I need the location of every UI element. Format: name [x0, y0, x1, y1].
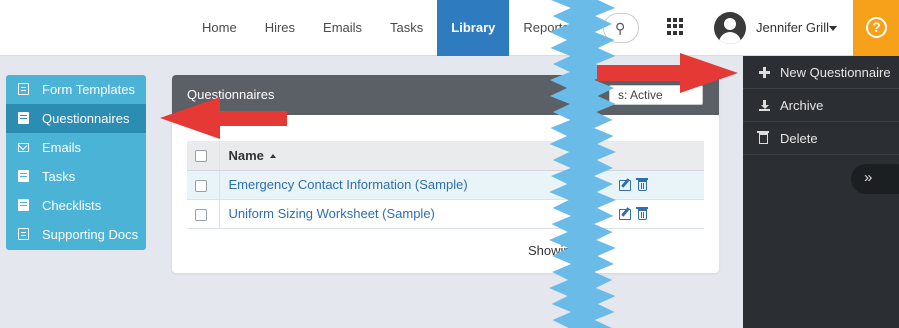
annotation-arrows: [160, 53, 738, 139]
arrow-to-new-questionnaire: [597, 53, 738, 93]
arrow-to-questionnaires: [160, 97, 287, 139]
